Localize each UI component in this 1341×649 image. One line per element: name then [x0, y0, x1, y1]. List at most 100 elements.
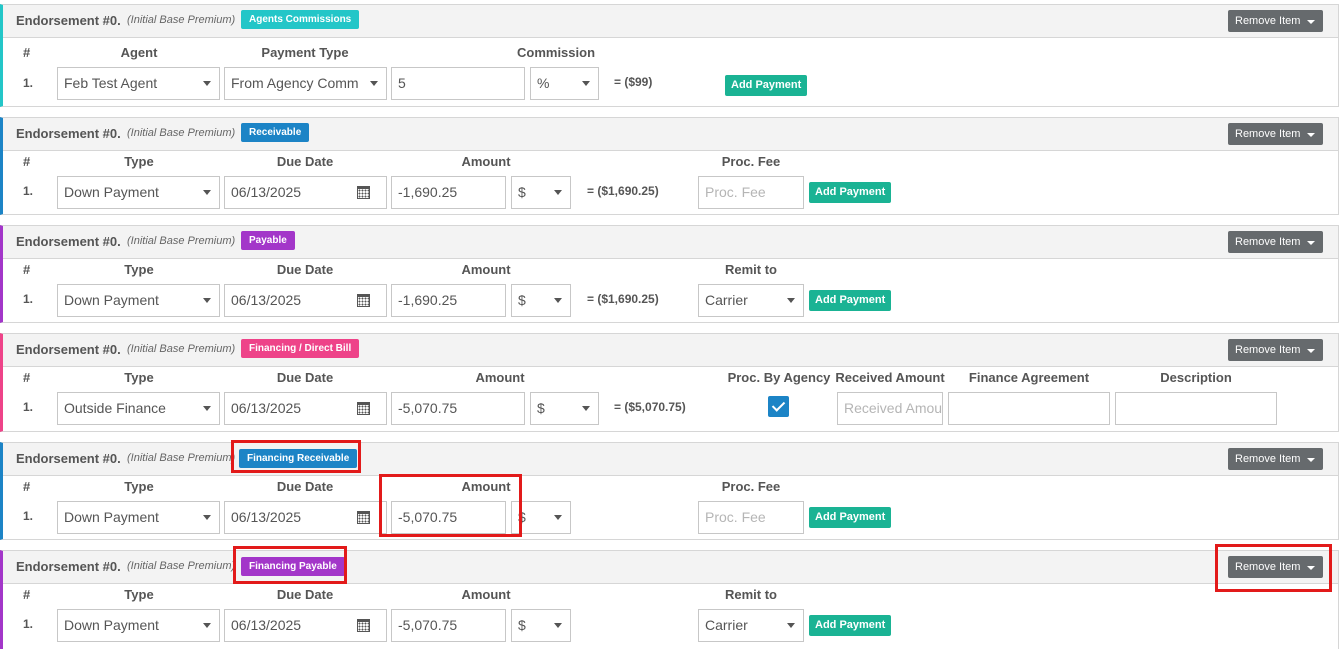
row-number: 1. — [23, 292, 34, 306]
panel-header: Endorsement #0. (Initial Base Premium) P… — [3, 226, 1338, 259]
column-header-number: # — [23, 479, 31, 494]
due-date-value: 06/13/2025 — [231, 509, 302, 525]
due-date-input[interactable]: 06/13/2025 — [224, 392, 387, 425]
type-value: Outside Finance — [64, 400, 166, 416]
currency-value: $ — [518, 617, 526, 633]
chevron-down-icon — [582, 406, 590, 411]
amount-value: -5,070.75 — [398, 509, 458, 525]
add-payment-button[interactable]: Add Payment — [809, 182, 892, 203]
currency-select[interactable]: $ — [511, 501, 571, 534]
endorsement-subtitle: (Initial Base Premium) — [127, 560, 236, 572]
add-payment-button[interactable]: Add Payment — [809, 507, 892, 528]
payment-type-select[interactable]: From Agency Comm — [224, 67, 387, 100]
type-value: Down Payment — [64, 292, 159, 308]
agents-commissions-panel: Endorsement #0. (Initial Base Premium) A… — [0, 4, 1339, 107]
endorsement-subtitle: (Initial Base Premium) — [127, 343, 236, 355]
receivable-panel: Endorsement #0. (Initial Base Premium) R… — [0, 117, 1339, 215]
column-header-amount: Amount — [461, 154, 511, 169]
description-input[interactable] — [1115, 392, 1277, 425]
financing-direct-bill-panel: Endorsement #0. (Initial Base Premium) F… — [0, 333, 1339, 432]
agent-select[interactable]: Feb Test Agent — [57, 67, 220, 100]
remove-item-button[interactable]: Remove Item — [1228, 10, 1323, 32]
chevron-down-icon — [554, 515, 562, 520]
currency-select[interactable]: $ — [511, 609, 571, 642]
column-header-proc-by-agency: Proc. By Agency — [727, 370, 831, 385]
amount-value: -1,690.25 — [398, 292, 458, 308]
column-header-type: Type — [124, 262, 154, 277]
section-badge: Payable — [241, 231, 295, 250]
currency-value: $ — [518, 184, 526, 200]
type-select[interactable]: Down Payment — [57, 609, 220, 642]
remove-item-button[interactable]: Remove Item — [1228, 123, 1323, 145]
currency-select[interactable]: $ — [530, 392, 599, 425]
column-header-payment-type: Payment Type — [261, 45, 349, 60]
amount-input[interactable]: -5,070.75 — [391, 501, 506, 534]
remit-to-select[interactable]: Carrier — [698, 284, 804, 317]
type-select[interactable]: Outside Finance — [57, 392, 220, 425]
panel-header: Endorsement #0. (Initial Base Premium) R… — [3, 118, 1338, 151]
proc-fee-placeholder: Proc. Fee — [705, 184, 766, 200]
remove-item-button[interactable]: Remove Item — [1228, 339, 1323, 361]
proc-fee-input[interactable]: Proc. Fee — [698, 176, 804, 209]
calendar-icon[interactable] — [357, 402, 370, 415]
currency-select[interactable]: $ — [511, 284, 571, 317]
due-date-input[interactable]: 06/13/2025 — [224, 501, 387, 534]
amount-input[interactable]: -5,070.75 — [391, 392, 525, 425]
remove-item-button[interactable]: Remove Item — [1228, 231, 1323, 253]
chevron-down-icon — [787, 623, 795, 628]
amount-input[interactable]: -5,070.75 — [391, 609, 506, 642]
chevron-down-icon — [203, 406, 211, 411]
remove-item-label: Remove Item — [1235, 128, 1301, 140]
add-payment-button[interactable]: Add Payment — [809, 615, 892, 636]
amount-input[interactable]: -1,690.25 — [391, 284, 506, 317]
add-payment-button[interactable]: Add Payment — [809, 290, 892, 311]
due-date-value: 06/13/2025 — [231, 184, 302, 200]
panel-header: Endorsement #0. (Initial Base Premium) F… — [3, 443, 1338, 476]
calendar-icon[interactable] — [357, 511, 370, 524]
calendar-icon[interactable] — [357, 186, 370, 199]
proc-fee-input[interactable]: Proc. Fee — [698, 501, 804, 534]
column-header-amount: Amount — [475, 370, 525, 385]
due-date-value: 06/13/2025 — [231, 617, 302, 633]
chevron-down-icon — [203, 298, 211, 303]
commission-unit-select[interactable]: % — [530, 67, 599, 100]
remit-to-select[interactable]: Carrier — [698, 609, 804, 642]
remit-to-value: Carrier — [705, 617, 748, 633]
endorsement-subtitle: (Initial Base Premium) — [127, 127, 236, 139]
chevron-down-icon — [203, 623, 211, 628]
add-payment-button[interactable]: Add Payment — [725, 75, 808, 96]
caret-down-icon — [1307, 20, 1315, 24]
amount-input[interactable]: -1,690.25 — [391, 176, 506, 209]
endorsement-title: Endorsement #0. — [16, 234, 121, 249]
column-header-agent: Agent — [120, 45, 158, 60]
payment-type-value: From Agency Comm — [231, 75, 359, 91]
section-badge: Financing / Direct Bill — [241, 339, 360, 358]
commission-input[interactable]: 5 — [391, 67, 525, 100]
column-header-received-amount: Received Amount — [835, 370, 945, 385]
remove-item-button[interactable]: Remove Item — [1228, 556, 1323, 578]
currency-select[interactable]: $ — [511, 176, 571, 209]
proc-by-agency-checkbox[interactable] — [768, 396, 789, 417]
type-select[interactable]: Down Payment — [57, 501, 220, 534]
chevron-down-icon — [370, 81, 378, 86]
finance-agreement-input[interactable] — [948, 392, 1110, 425]
due-date-input[interactable]: 06/13/2025 — [224, 176, 387, 209]
amount-value: -5,070.75 — [398, 617, 458, 633]
calendar-icon[interactable] — [357, 619, 370, 632]
panel-header: Endorsement #0. (Initial Base Premium) F… — [3, 334, 1338, 367]
due-date-value: 06/13/2025 — [231, 400, 302, 416]
due-date-input[interactable]: 06/13/2025 — [224, 284, 387, 317]
chevron-down-icon — [582, 81, 590, 86]
received-amount-input[interactable]: Received Amount — [837, 392, 943, 425]
type-value: Down Payment — [64, 184, 159, 200]
section-badge: Receivable — [241, 123, 310, 142]
row-number: 1. — [23, 509, 34, 523]
column-header-due-date: Due Date — [276, 154, 334, 169]
due-date-input[interactable]: 06/13/2025 — [224, 609, 387, 642]
type-select[interactable]: Down Payment — [57, 284, 220, 317]
caret-down-icon — [1307, 458, 1315, 462]
type-select[interactable]: Down Payment — [57, 176, 220, 209]
remove-item-button[interactable]: Remove Item — [1228, 448, 1323, 470]
calendar-icon[interactable] — [357, 294, 370, 307]
chevron-down-icon — [203, 515, 211, 520]
